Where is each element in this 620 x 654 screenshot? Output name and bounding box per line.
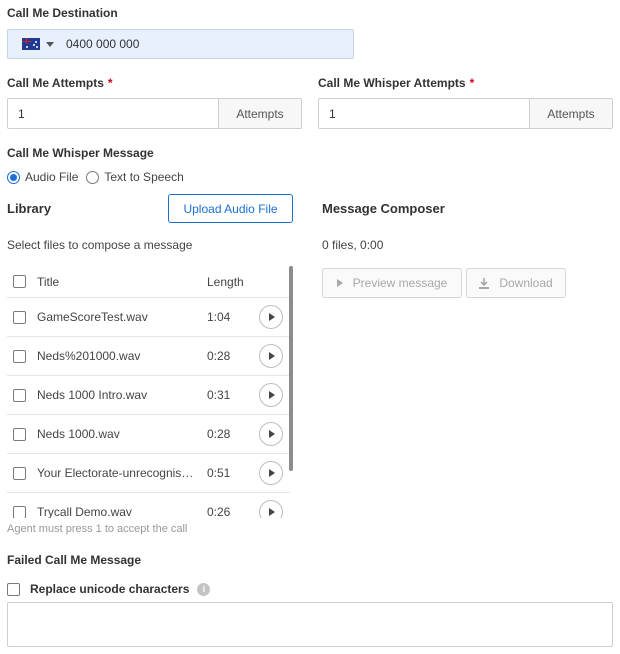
play-icon[interactable] — [259, 383, 283, 407]
file-title: Your Electorate-unrecognised.wav — [37, 466, 197, 480]
library-title: Library — [7, 201, 52, 216]
row-checkbox[interactable] — [13, 349, 26, 363]
whisper-message-options: Audio File Text to Speech — [7, 170, 184, 184]
phone-number-value[interactable]: 0400 000 000 — [66, 37, 139, 51]
attempts-addon: Attempts — [218, 98, 302, 129]
table-row: Neds 1000.wav 0:28 — [7, 415, 290, 454]
whisper-message-label: Call Me Whisper Message — [7, 146, 154, 160]
attempts-label: Call Me Attempts * — [7, 76, 113, 90]
failed-message-textarea[interactable] — [7, 602, 613, 647]
message-composer-title: Message Composer — [322, 201, 445, 216]
whisper-attempts-label: Call Me Whisper Attempts * — [318, 76, 474, 90]
text-to-speech-radio[interactable] — [86, 170, 100, 184]
download-label: Download — [499, 276, 553, 290]
play-icon[interactable] — [259, 344, 283, 368]
column-title: Title — [37, 274, 60, 289]
replace-unicode-checkbox[interactable] — [7, 582, 20, 596]
table-row: Trycall Demo.wav 0:26 — [7, 493, 290, 518]
file-title: Neds 1000.wav — [37, 427, 120, 441]
failed-message-label: Failed Call Me Message — [7, 553, 142, 567]
table-row: Neds%201000.wav 0:28 — [7, 337, 290, 376]
play-icon[interactable] — [259, 305, 283, 329]
table-header: Title Length — [7, 266, 290, 298]
preview-message-button[interactable]: Preview message — [322, 268, 462, 298]
play-icon[interactable] — [259, 461, 283, 485]
library-scrollbar[interactable] — [289, 266, 293, 471]
australia-flag-icon — [22, 38, 40, 50]
whisper-attempts-input-group: 1 Attempts — [318, 98, 613, 129]
agent-note: Agent must press 1 to accept the call — [7, 523, 188, 535]
required-mark: * — [107, 76, 113, 90]
file-title: Neds%201000.wav — [37, 349, 141, 363]
row-checkbox[interactable] — [13, 427, 26, 441]
attempts-label-text: Call Me Attempts — [7, 76, 104, 90]
upload-audio-file-button[interactable]: Upload Audio File — [168, 194, 293, 223]
file-length: 0:28 — [207, 427, 231, 441]
replace-unicode-label[interactable]: Replace unicode characters — [30, 582, 189, 596]
table-row: Neds 1000 Intro.wav 0:31 — [7, 376, 290, 415]
play-icon[interactable] — [259, 422, 283, 446]
library-hint: Select files to compose a message — [7, 238, 193, 252]
text-to-speech-option-label[interactable]: Text to Speech — [104, 170, 183, 184]
file-length: 0:31 — [207, 388, 231, 402]
audio-file-option-label[interactable]: Audio File — [25, 170, 78, 184]
info-icon[interactable]: i — [197, 582, 211, 596]
destination-label: Call Me Destination — [7, 6, 118, 20]
preview-message-label: Preview message — [352, 276, 448, 290]
attempts-input[interactable]: 1 — [7, 98, 218, 129]
composer-summary: 0 files, 0:00 — [322, 238, 384, 252]
required-mark: * — [469, 76, 475, 90]
whisper-attempts-input[interactable]: 1 — [318, 98, 529, 129]
whisper-attempts-addon: Attempts — [529, 98, 613, 129]
column-length: Length — [207, 274, 244, 289]
country-select[interactable] — [8, 30, 62, 58]
row-checkbox[interactable] — [13, 466, 26, 480]
file-length: 1:04 — [207, 310, 231, 324]
row-checkbox[interactable] — [13, 310, 26, 324]
library-table: Title Length GameScoreTest.wav 1:04 Neds… — [7, 266, 290, 518]
row-checkbox[interactable] — [13, 505, 26, 518]
download-icon — [479, 277, 490, 289]
select-all-checkbox[interactable] — [13, 275, 26, 288]
row-checkbox[interactable] — [13, 388, 26, 402]
file-title: Trycall Demo.wav — [37, 505, 132, 518]
file-title: Neds 1000 Intro.wav — [37, 388, 148, 402]
file-length: 0:28 — [207, 349, 231, 363]
table-row: Your Electorate-unrecognised.wav 0:51 — [7, 454, 290, 493]
chevron-down-icon — [46, 41, 54, 47]
replace-unicode-row: Replace unicode characters i — [7, 582, 211, 596]
whisper-attempts-label-text: Call Me Whisper Attempts — [318, 76, 466, 90]
attempts-input-group: 1 Attempts — [7, 98, 302, 129]
file-length: 0:26 — [207, 505, 231, 518]
play-icon[interactable] — [259, 500, 283, 518]
phone-field[interactable]: 0400 000 000 — [7, 29, 354, 59]
play-icon — [336, 279, 343, 287]
file-length: 0:51 — [207, 466, 231, 480]
audio-file-radio[interactable] — [7, 170, 20, 184]
table-row: GameScoreTest.wav 1:04 — [7, 298, 290, 337]
file-title: GameScoreTest.wav — [37, 310, 148, 324]
download-button[interactable]: Download — [466, 268, 566, 298]
